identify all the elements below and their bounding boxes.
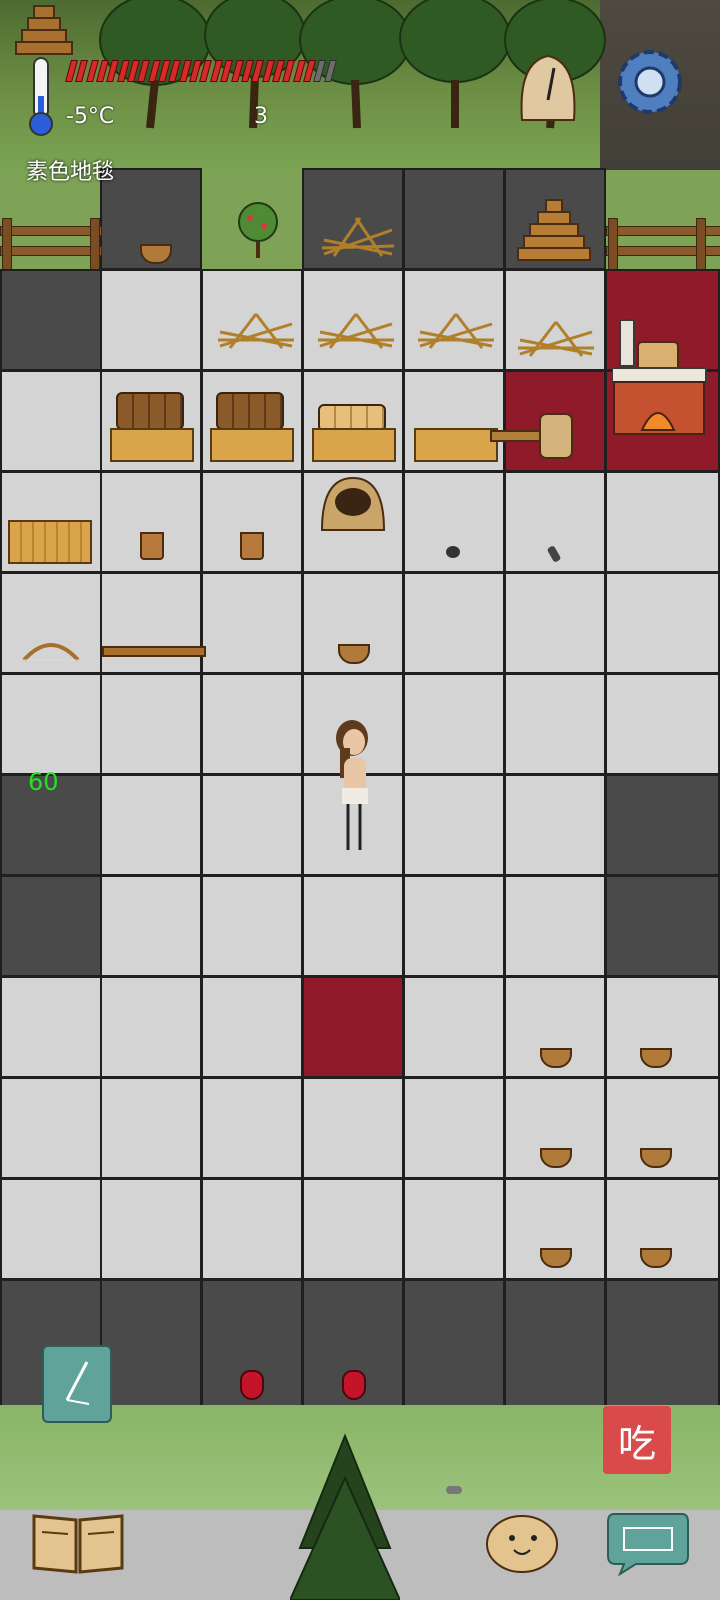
table-box[interactable]: [414, 428, 498, 462]
floor-tile[interactable]: [403, 572, 505, 674]
floor-tile[interactable]: [201, 774, 303, 876]
floor-tile[interactable]: [302, 1077, 404, 1179]
round-stone[interactable]: [446, 546, 460, 558]
wooden-bucket[interactable]: [240, 532, 264, 560]
floor-tile[interactable]: [100, 269, 202, 371]
floor-tile[interactable]: [100, 572, 202, 674]
pie-stack[interactable]: [116, 392, 184, 430]
floor-tile[interactable]: [201, 875, 303, 977]
floor-tile[interactable]: [201, 673, 303, 775]
straw-pile[interactable]: [516, 318, 596, 358]
settings-gear-icon[interactable]: [612, 44, 688, 120]
floor-tile[interactable]: [605, 471, 720, 573]
long-shaft[interactable]: [102, 646, 206, 657]
basket-kiln[interactable]: [318, 472, 388, 534]
floor-tile[interactable]: [100, 875, 202, 977]
floor-tile[interactable]: [100, 1077, 202, 1179]
fence-post: [90, 218, 100, 270]
floor-tile[interactable]: [0, 976, 102, 1078]
floor-tile[interactable]: [0, 673, 102, 775]
floor-tile[interactable]: [504, 572, 606, 674]
floor-tile[interactable]: [403, 875, 505, 977]
floor-tile[interactable]: [403, 1178, 505, 1280]
straw-pile[interactable]: [416, 310, 496, 350]
health-bar: [65, 60, 337, 82]
floor-tile-dark[interactable]: [403, 1279, 505, 1407]
floor-tile[interactable]: [605, 673, 720, 775]
floor-tile-dark[interactable]: [605, 875, 720, 977]
wooden-box[interactable]: [8, 520, 92, 564]
recipe-book-icon[interactable]: [30, 1510, 126, 1576]
straw-pile[interactable]: [316, 310, 396, 350]
fps-counter: 60: [28, 768, 59, 796]
adobe-oven[interactable]: [612, 318, 708, 436]
game-world[interactable]: -5°C 3 素色地毯 60 吃: [0, 0, 720, 1600]
bow[interactable]: [22, 636, 80, 662]
wooden-bucket[interactable]: [140, 532, 164, 560]
floor-tile-dark[interactable]: [403, 168, 505, 270]
straw-pile[interactable]: [320, 210, 396, 260]
floor-tile[interactable]: [100, 774, 202, 876]
table-box[interactable]: [110, 428, 194, 462]
floor-tile-dark[interactable]: [0, 269, 102, 371]
floor-tile[interactable]: [100, 976, 202, 1078]
floor-tile-dark[interactable]: [100, 1279, 202, 1407]
eat-button[interactable]: 吃: [603, 1406, 671, 1474]
pine-tree[interactable]: [290, 1428, 400, 1600]
fence-post: [608, 218, 618, 270]
floor-tile[interactable]: [504, 875, 606, 977]
red-berry[interactable]: [342, 1370, 366, 1400]
pencil-icon: [65, 1361, 90, 1405]
floor-tile[interactable]: [504, 774, 606, 876]
fence-post: [696, 218, 706, 270]
red-carpet-tile[interactable]: [302, 976, 404, 1078]
small-stones[interactable]: [446, 1486, 462, 1494]
floor-tile[interactable]: [403, 976, 505, 1078]
floor-tile[interactable]: [100, 1178, 202, 1280]
floor-tile-dark[interactable]: [0, 875, 102, 977]
floor-tile[interactable]: [0, 1178, 102, 1280]
fence-rail[interactable]: [0, 226, 102, 236]
floor-tile[interactable]: [504, 673, 606, 775]
floor-tile[interactable]: [302, 1178, 404, 1280]
floor-tile[interactable]: [201, 1077, 303, 1179]
floor-tile[interactable]: [0, 1077, 102, 1179]
clay-crock[interactable]: [536, 408, 576, 462]
floor-tile[interactable]: [403, 774, 505, 876]
floor-tile[interactable]: [201, 1178, 303, 1280]
firewood-pile[interactable]: [12, 2, 76, 58]
edit-note-button[interactable]: [42, 1345, 112, 1423]
thermometer-icon: [29, 57, 53, 136]
player-character[interactable]: [330, 718, 374, 854]
held-item-name: 素色地毯: [26, 160, 115, 185]
floor-tile[interactable]: [201, 572, 303, 674]
floor-tile[interactable]: [403, 1077, 505, 1179]
floor-tile[interactable]: [100, 673, 202, 775]
age-counter: 3: [254, 104, 268, 129]
keyboard-icon[interactable]: [606, 1510, 690, 1576]
temperature-readout: -5°C: [66, 104, 115, 129]
table-box[interactable]: [312, 428, 396, 462]
emote-face-icon[interactable]: [484, 1512, 560, 1574]
gooseberry-bush[interactable]: [236, 200, 280, 262]
pie-stack[interactable]: [216, 392, 284, 430]
firewood-pile[interactable]: [514, 198, 594, 264]
fence-rail[interactable]: [0, 246, 102, 256]
table-box[interactable]: [210, 428, 294, 462]
floor-tile[interactable]: [605, 572, 720, 674]
floor-tile-dark[interactable]: [605, 774, 720, 876]
floor-tile-dark[interactable]: [504, 1279, 606, 1407]
floor-tile[interactable]: [302, 875, 404, 977]
fence-post: [2, 218, 12, 270]
straw-pile[interactable]: [216, 310, 296, 350]
red-berry[interactable]: [240, 1370, 264, 1400]
floor-tile[interactable]: [0, 370, 102, 472]
floor-tile-dark[interactable]: [605, 1279, 720, 1407]
floor-tile[interactable]: [403, 673, 505, 775]
floor-tile[interactable]: [201, 976, 303, 1078]
sundial-icon[interactable]: [516, 52, 580, 124]
